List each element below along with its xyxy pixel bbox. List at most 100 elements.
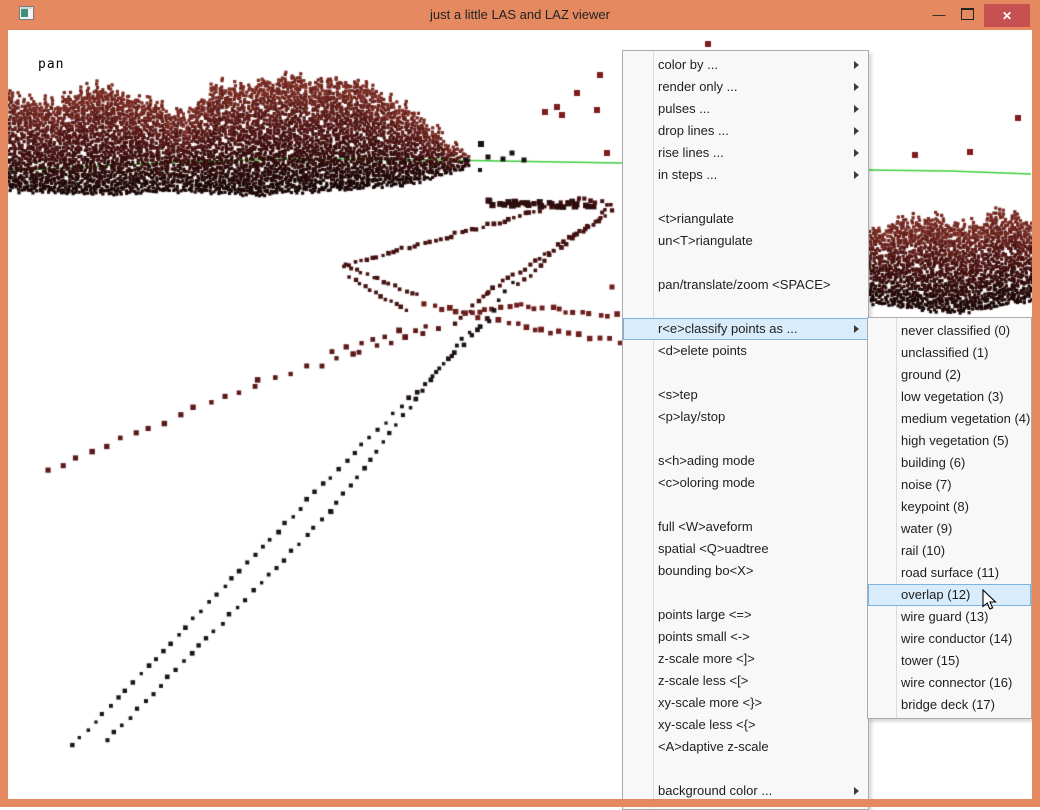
menu-item-label: low vegetation (3) [901, 389, 1004, 404]
menu-item-z-scale-less[interactable]: z-scale less <[> [623, 670, 868, 692]
menu-item-c-oloring-mode[interactable]: <c>oloring mode [623, 472, 868, 494]
menu-item-label: background color ... [658, 783, 772, 798]
classify-submenu: never classified (0) unclassified (1) grou… [867, 317, 1032, 719]
menu-item-label: high vegetation (5) [901, 433, 1009, 448]
menu-item-label: unclassified (1) [901, 345, 988, 360]
menu-item-rise-lines[interactable]: rise lines ... [623, 142, 868, 164]
menu-item-pan-translate-zoom-space[interactable]: pan/translate/zoom <SPACE> [623, 274, 868, 296]
submenu-arrow-icon [854, 171, 859, 179]
menu-item-high-vegetation-5[interactable]: high vegetation (5) [868, 430, 1031, 452]
menu-item-full-w-aveform[interactable]: full <W>aveform [623, 516, 868, 538]
menu-item-label: un<T>riangulate [658, 233, 753, 248]
titlebar[interactable]: just a little LAS and LAZ viewer — ✕ [0, 0, 1040, 30]
window-border-right [1032, 30, 1040, 799]
submenu-arrow-icon [854, 61, 859, 69]
menu-item-building-6[interactable]: building (6) [868, 452, 1031, 474]
menu-item-d-elete-points[interactable]: <d>elete points [623, 340, 868, 362]
menu-item-ground-2[interactable]: ground (2) [868, 364, 1031, 386]
menu-item-label: points small <-> [658, 629, 750, 644]
menu-item-wire-conductor-14[interactable]: wire conductor (14) [868, 628, 1031, 650]
menu-item-label: z-scale more <]> [658, 651, 755, 666]
menu-item-label: render only ... [658, 79, 738, 94]
menu-item-r-e-classify-points-as[interactable]: r<e>classify points as ... [623, 318, 868, 340]
menu-item-label: pan/translate/zoom <SPACE> [658, 277, 830, 292]
menu-item-label: <p>lay/stop [658, 409, 725, 424]
menu-item-label: tower (15) [901, 653, 960, 668]
menu-item-p-lay-stop[interactable]: <p>lay/stop [623, 406, 868, 428]
menu-item-low-vegetation-3[interactable]: low vegetation (3) [868, 386, 1031, 408]
menu-item-un-t-riangulate[interactable]: un<T>riangulate [623, 230, 868, 252]
menu-item-overlap-12[interactable]: overlap (12) [868, 584, 1031, 606]
interaction-mode-label: pan [38, 57, 64, 72]
submenu-arrow-icon [854, 325, 859, 333]
menu-item-label: xy-scale less <{> [658, 717, 756, 732]
window-border-bottom [0, 799, 1040, 807]
menu-item-bounding-bo-x[interactable]: bounding bo<X> [623, 560, 868, 582]
menu-item-drop-lines[interactable]: drop lines ... [623, 120, 868, 142]
menu-item-label: spatial <Q>uadtree [658, 541, 769, 556]
menu-item-label: <A>daptive z-scale [658, 739, 769, 754]
menu-item-keypoint-8[interactable]: keypoint (8) [868, 496, 1031, 518]
menu-item-s-tep[interactable]: <s>tep [623, 384, 868, 406]
window-title: just a little LAS and LAZ viewer [0, 0, 1040, 30]
submenu-arrow-icon [854, 149, 859, 157]
minimize-icon: — [933, 7, 946, 22]
menu-item-label: building (6) [901, 455, 965, 470]
context-menu: color by ... render only ... pulses ... dro… [622, 50, 869, 810]
menu-item-label: <t>riangulate [658, 211, 734, 226]
menu-item-wire-connector-16[interactable]: wire connector (16) [868, 672, 1031, 694]
menu-item-tower-15[interactable]: tower (15) [868, 650, 1031, 672]
submenu-arrow-icon [854, 105, 859, 113]
menu-item-wire-guard-13[interactable]: wire guard (13) [868, 606, 1031, 628]
menu-item-label: ground (2) [901, 367, 961, 382]
menu-item-label: points large <=> [658, 607, 752, 622]
menu-item-z-scale-more[interactable]: z-scale more <]> [623, 648, 868, 670]
menu-item-label: full <W>aveform [658, 519, 753, 534]
menu-item-label: wire conductor (14) [901, 631, 1012, 646]
menu-item-spatial-q-uadtree[interactable]: spatial <Q>uadtree [623, 538, 868, 560]
menu-item-label: r<e>classify points as ... [658, 321, 797, 336]
menu-item-noise-7[interactable]: noise (7) [868, 474, 1031, 496]
menu-item-in-steps[interactable]: in steps ... [623, 164, 868, 186]
menu-item-label: keypoint (8) [901, 499, 969, 514]
menu-item-road-surface-11[interactable]: road surface (11) [868, 562, 1031, 584]
menu-item-label: <c>oloring mode [658, 475, 755, 490]
menu-item-unclassified-1[interactable]: unclassified (1) [868, 342, 1031, 364]
menu-item-label: drop lines ... [658, 123, 729, 138]
menu-item-label: <d>elete points [658, 343, 747, 358]
menu-item-label: water (9) [901, 521, 952, 536]
menu-item-never-classified-0[interactable]: never classified (0) [868, 320, 1031, 342]
menu-item-label: s<h>ading mode [658, 453, 755, 468]
minimize-button[interactable]: — [926, 0, 952, 28]
menu-item-bridge-deck-17[interactable]: bridge deck (17) [868, 694, 1031, 716]
menu-item-points-small[interactable]: points small <-> [623, 626, 868, 648]
menu-item-label: wire connector (16) [901, 675, 1012, 690]
app-icon[interactable] [19, 6, 34, 20]
close-button[interactable]: ✕ [984, 4, 1030, 27]
menu-item-label: <s>tep [658, 387, 698, 402]
menu-item-a-daptive-z-scale[interactable]: <A>daptive z-scale [623, 736, 868, 758]
menu-item-label: rail (10) [901, 543, 945, 558]
menu-item-pulses[interactable]: pulses ... [623, 98, 868, 120]
menu-item-label: color by ... [658, 57, 718, 72]
menu-item-s-h-ading-mode[interactable]: s<h>ading mode [623, 450, 868, 472]
maximize-button[interactable] [954, 0, 980, 28]
menu-item-water-9[interactable]: water (9) [868, 518, 1031, 540]
menu-item-t-riangulate[interactable]: <t>riangulate [623, 208, 868, 230]
menu-item-color-by[interactable]: color by ... [623, 54, 868, 76]
menu-item-label: bounding bo<X> [658, 563, 753, 578]
menu-item-label: bridge deck (17) [901, 697, 995, 712]
menu-item-render-only[interactable]: render only ... [623, 76, 868, 98]
submenu-arrow-icon [854, 127, 859, 135]
menu-item-xy-scale-less[interactable]: xy-scale less <{> [623, 714, 868, 736]
menu-item-medium-vegetation-4[interactable]: medium vegetation (4) [868, 408, 1031, 430]
menu-item-xy-scale-more[interactable]: xy-scale more <}> [623, 692, 868, 714]
maximize-icon [961, 8, 974, 20]
menu-item-label: rise lines ... [658, 145, 724, 160]
menu-item-rail-10[interactable]: rail (10) [868, 540, 1031, 562]
menu-item-points-large[interactable]: points large <=> [623, 604, 868, 626]
submenu-arrow-icon [854, 787, 859, 795]
menu-item-label: z-scale less <[> [658, 673, 748, 688]
window-border-left [0, 30, 8, 799]
menu-item-label: pulses ... [658, 101, 710, 116]
